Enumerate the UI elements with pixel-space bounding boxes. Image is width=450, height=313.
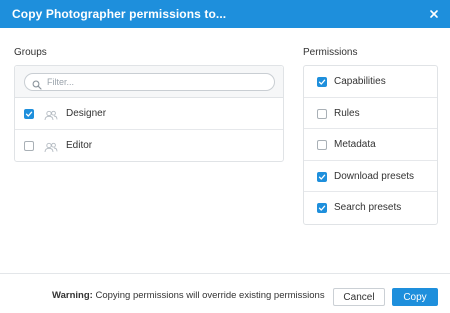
dialog-header: Copy Photographer permissions to... [0, 0, 450, 28]
cancel-button[interactable]: Cancel [333, 288, 385, 306]
dialog-footer: Warning: Copying permissions will overri… [0, 273, 450, 313]
close-icon[interactable] [428, 7, 440, 19]
permission-label: Download presets [334, 170, 415, 182]
permission-checkbox-capabilities[interactable] [317, 77, 327, 87]
user-group-icon [44, 140, 58, 153]
permission-label: Capabilities [334, 76, 386, 87]
filter-bar [15, 66, 283, 98]
permission-checkbox-download-presets[interactable] [317, 171, 327, 182]
dialog-title: Copy Photographer permissions to... [12, 7, 227, 21]
permissions-heading: Permissions [303, 47, 358, 58]
copy-permissions-dialog: Copy Photographer permissions to... Grou… [0, 0, 450, 313]
group-row-editor[interactable]: Editor [15, 130, 283, 162]
group-row-designer[interactable]: Designer [15, 98, 283, 130]
group-label: Editor [66, 140, 93, 151]
permission-label: Rules [334, 107, 360, 119]
permission-row-capabilities[interactable]: Capabilities [304, 66, 437, 98]
permissions-list: Capabilities Rules Metadata Download pre… [303, 65, 438, 225]
permission-checkbox-search-presets[interactable] [317, 203, 327, 214]
permission-row-search-presets[interactable]: Search presets [304, 192, 437, 224]
permission-row-rules[interactable]: Rules [304, 98, 437, 130]
groups-heading: Groups [14, 47, 47, 58]
copy-button[interactable]: Copy [392, 288, 438, 306]
warning-message: Warning: Copying permissions will overri… [52, 290, 325, 301]
permission-row-download-presets[interactable]: Download presets [304, 161, 437, 193]
search-icon [32, 77, 42, 90]
filter-field[interactable] [24, 73, 275, 91]
groups-list: Designer Editor [14, 65, 284, 162]
permission-label: Search presets [334, 202, 402, 214]
permission-checkbox-metadata[interactable] [317, 140, 327, 151]
permission-row-metadata[interactable]: Metadata [304, 129, 437, 161]
group-label: Designer [66, 108, 107, 119]
group-checkbox-editor[interactable] [24, 141, 34, 151]
user-group-icon [44, 108, 58, 121]
permission-checkbox-rules[interactable] [317, 108, 327, 119]
warning-prefix: Warning: [52, 290, 93, 301]
filter-input[interactable] [47, 75, 267, 89]
permission-label: Metadata [334, 139, 376, 151]
warning-text: Copying permissions will override existi… [95, 290, 325, 301]
group-checkbox-designer[interactable] [24, 109, 34, 119]
